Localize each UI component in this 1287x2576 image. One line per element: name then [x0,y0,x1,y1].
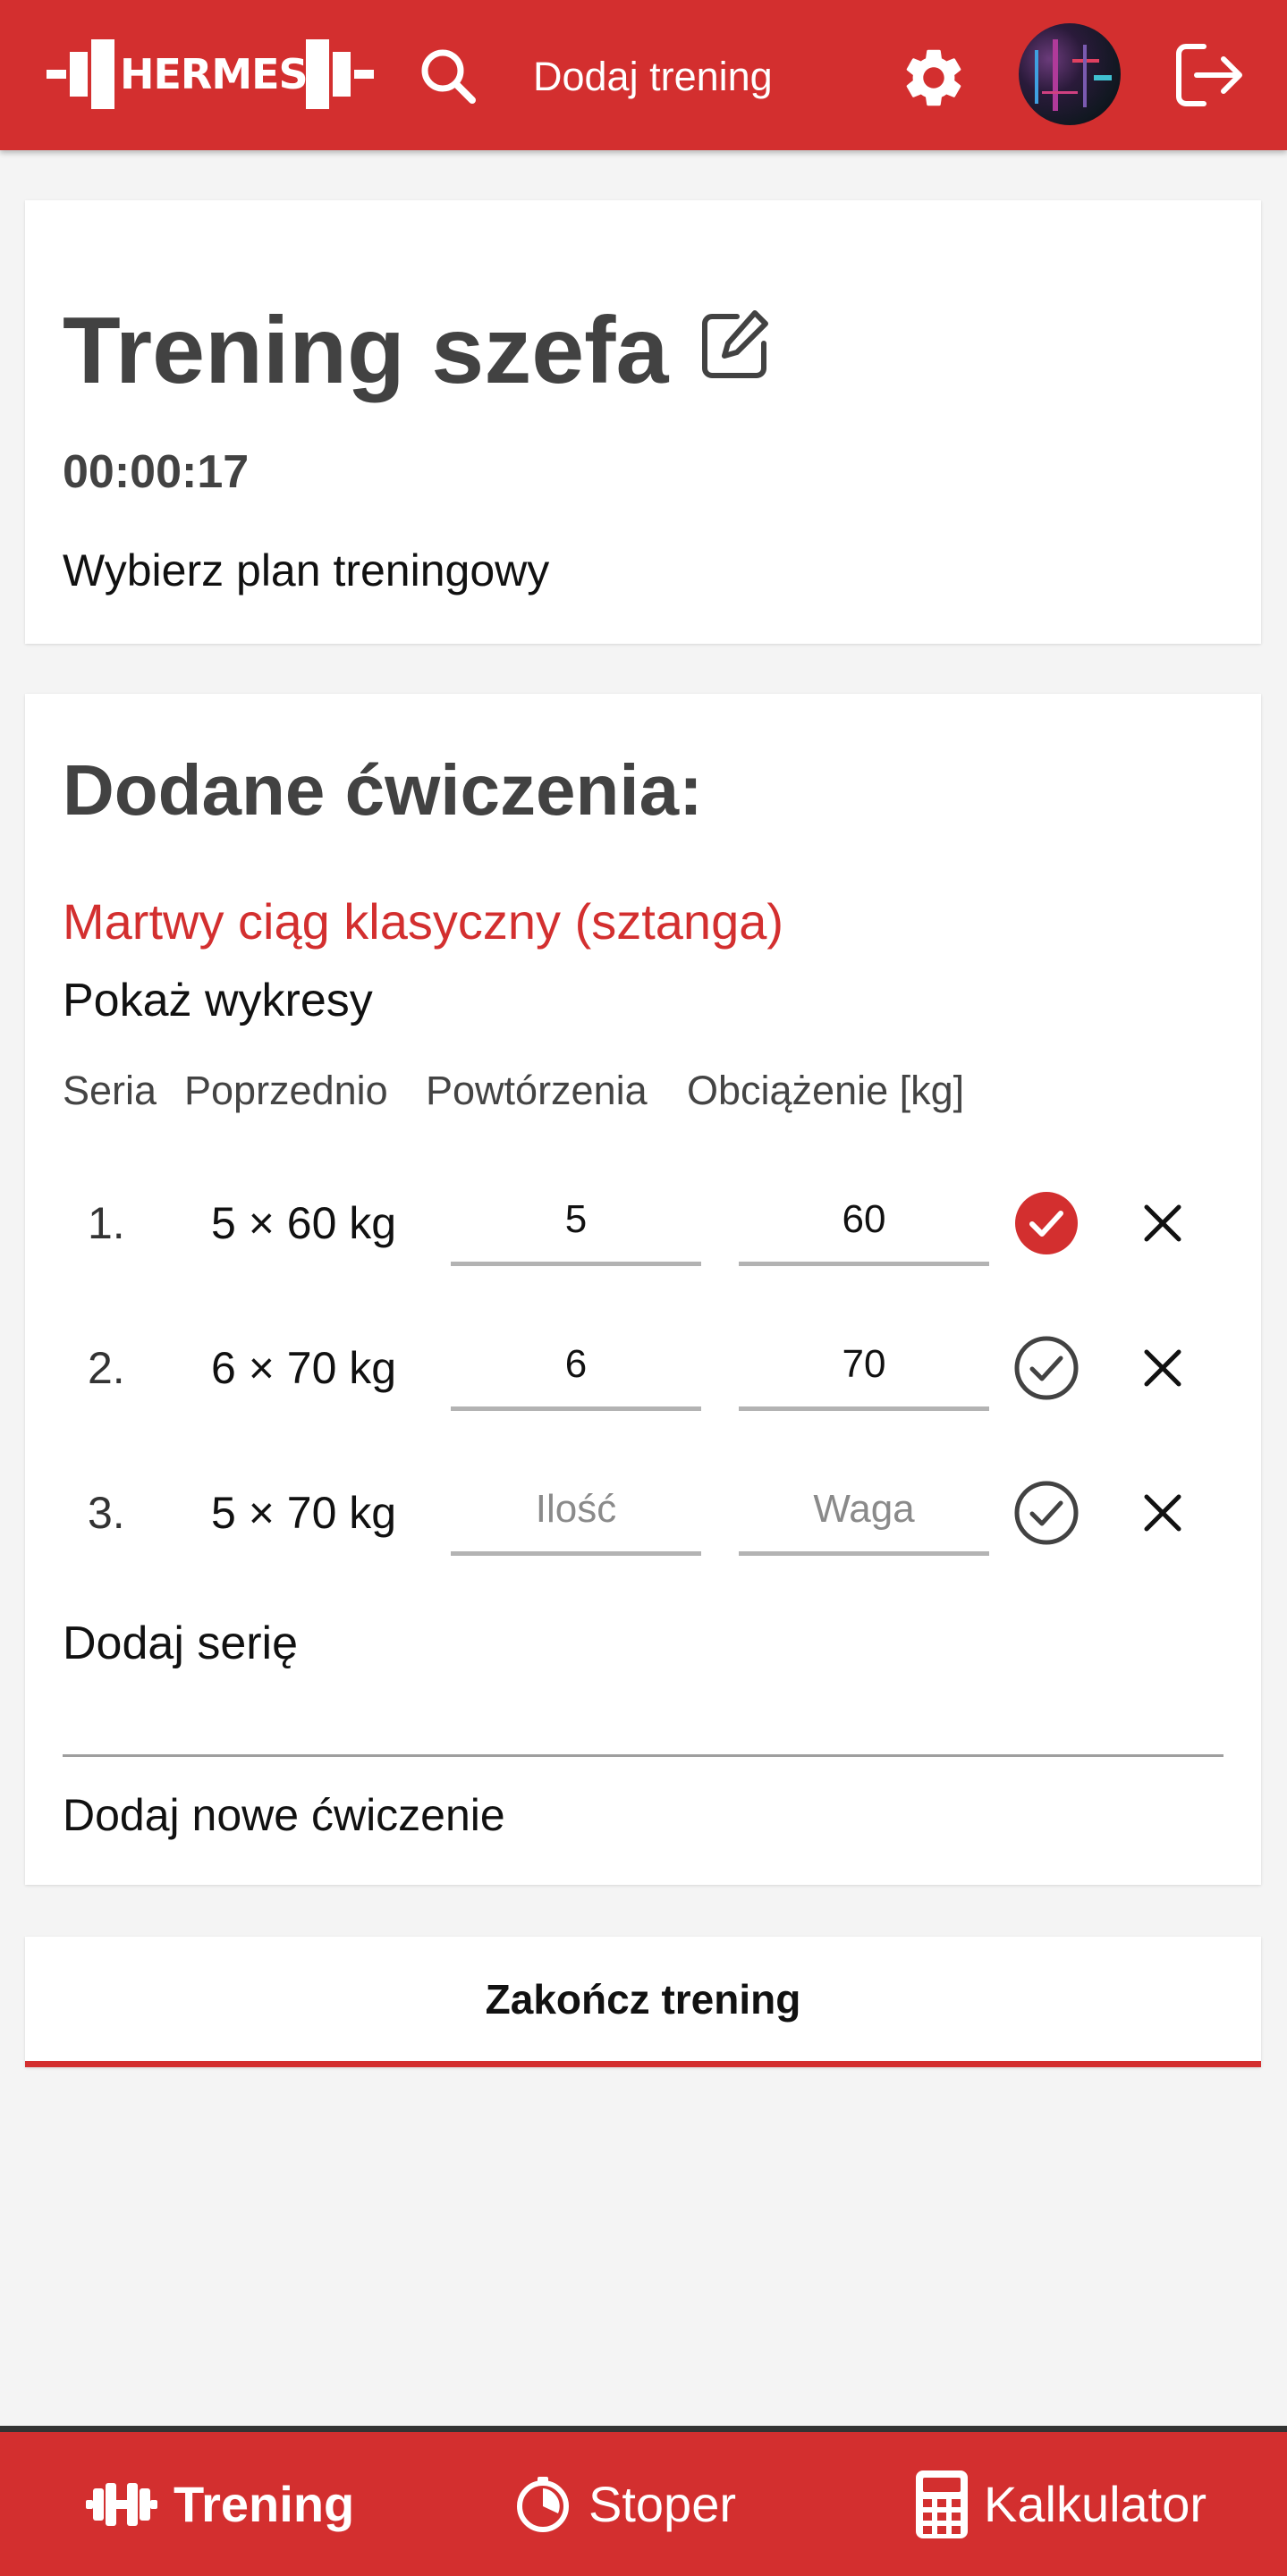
set-number: 1. [88,1198,125,1248]
gear-icon[interactable] [899,43,969,113]
reps-input[interactable] [451,1466,701,1556]
set-row: 3. 5 × 70 kg [25,1450,1261,1575]
add-training-link[interactable]: Dodaj trening [533,50,773,104]
previous-value: 5 × 60 kg [211,1198,397,1248]
add-set-button[interactable]: Dodaj serię [63,1615,298,1672]
set-number: 2. [88,1343,125,1393]
nav-item-stoper[interactable]: Stoper [513,2432,736,2576]
check-circle-icon[interactable] [1012,1334,1080,1402]
workout-title: Trening szefa [63,298,669,403]
column-header-reps: Powtórzenia [426,1068,648,1113]
bottom-navigation: Trening Stoper Kalkulator [0,2426,1287,2576]
calculator-icon [916,2470,968,2538]
weight-input[interactable] [739,1322,989,1411]
stopwatch-icon [517,2476,569,2532]
top-app-bar: HERMES Dodaj trening [0,0,1287,150]
remove-set-icon[interactable] [1136,1341,1190,1395]
remove-set-icon[interactable] [1136,1486,1190,1540]
search-icon[interactable] [417,45,479,107]
choose-plan-link[interactable]: Wybierz plan treningowy [63,542,549,599]
edit-icon[interactable] [698,304,776,383]
exercise-name[interactable]: Martwy ciąg klasyczny (sztanga) [63,891,783,953]
workout-info-card: Trening szefa 00:00:17 Wybierz plan tren… [25,200,1261,644]
exercises-card: Dodane ćwiczenia: Martwy ciąg klasyczny … [25,694,1261,1885]
check-circle-icon[interactable] [1012,1479,1080,1547]
nav-item-trening[interactable]: Trening [86,2432,354,2576]
nav-label: Kalkulator [984,2476,1207,2532]
hermes-logo[interactable]: HERMES [47,36,377,113]
dumbbell-icon [86,2482,157,2526]
svg-text:HERMES: HERMES [120,50,308,98]
user-avatar[interactable] [1019,23,1121,125]
previous-value: 6 × 70 kg [211,1343,397,1393]
section-title: Dodane ćwiczenia: [63,750,703,830]
set-row: 2. 6 × 70 kg [25,1305,1261,1431]
show-charts-link[interactable]: Pokaż wykresy [63,971,373,1030]
divider [63,1754,1223,1757]
set-number: 3. [88,1488,125,1538]
nav-label: Trening [174,2476,355,2532]
column-header-set: Seria [63,1068,157,1113]
reps-input[interactable] [451,1322,701,1411]
weight-input[interactable] [739,1466,989,1556]
logout-icon[interactable] [1173,41,1245,109]
nav-item-kalkulator[interactable]: Kalkulator [916,2432,1207,2576]
workout-timer: 00:00:17 [63,446,250,498]
remove-set-icon[interactable] [1136,1196,1190,1250]
finish-training-button[interactable]: Zakończ trening [25,1937,1261,2067]
weight-input[interactable] [739,1177,989,1266]
previous-value: 5 × 70 kg [211,1488,397,1538]
set-row: 1. 5 × 60 kg [25,1161,1261,1286]
reps-input[interactable] [451,1177,701,1266]
nav-label: Stoper [588,2476,736,2532]
add-exercise-button[interactable]: Dodaj nowe ćwiczenie [63,1786,505,1844]
column-header-weight: Obciążenie [kg] [687,1068,965,1113]
column-header-previous: Poprzednio [184,1068,388,1113]
check-complete-icon[interactable] [1012,1189,1080,1257]
